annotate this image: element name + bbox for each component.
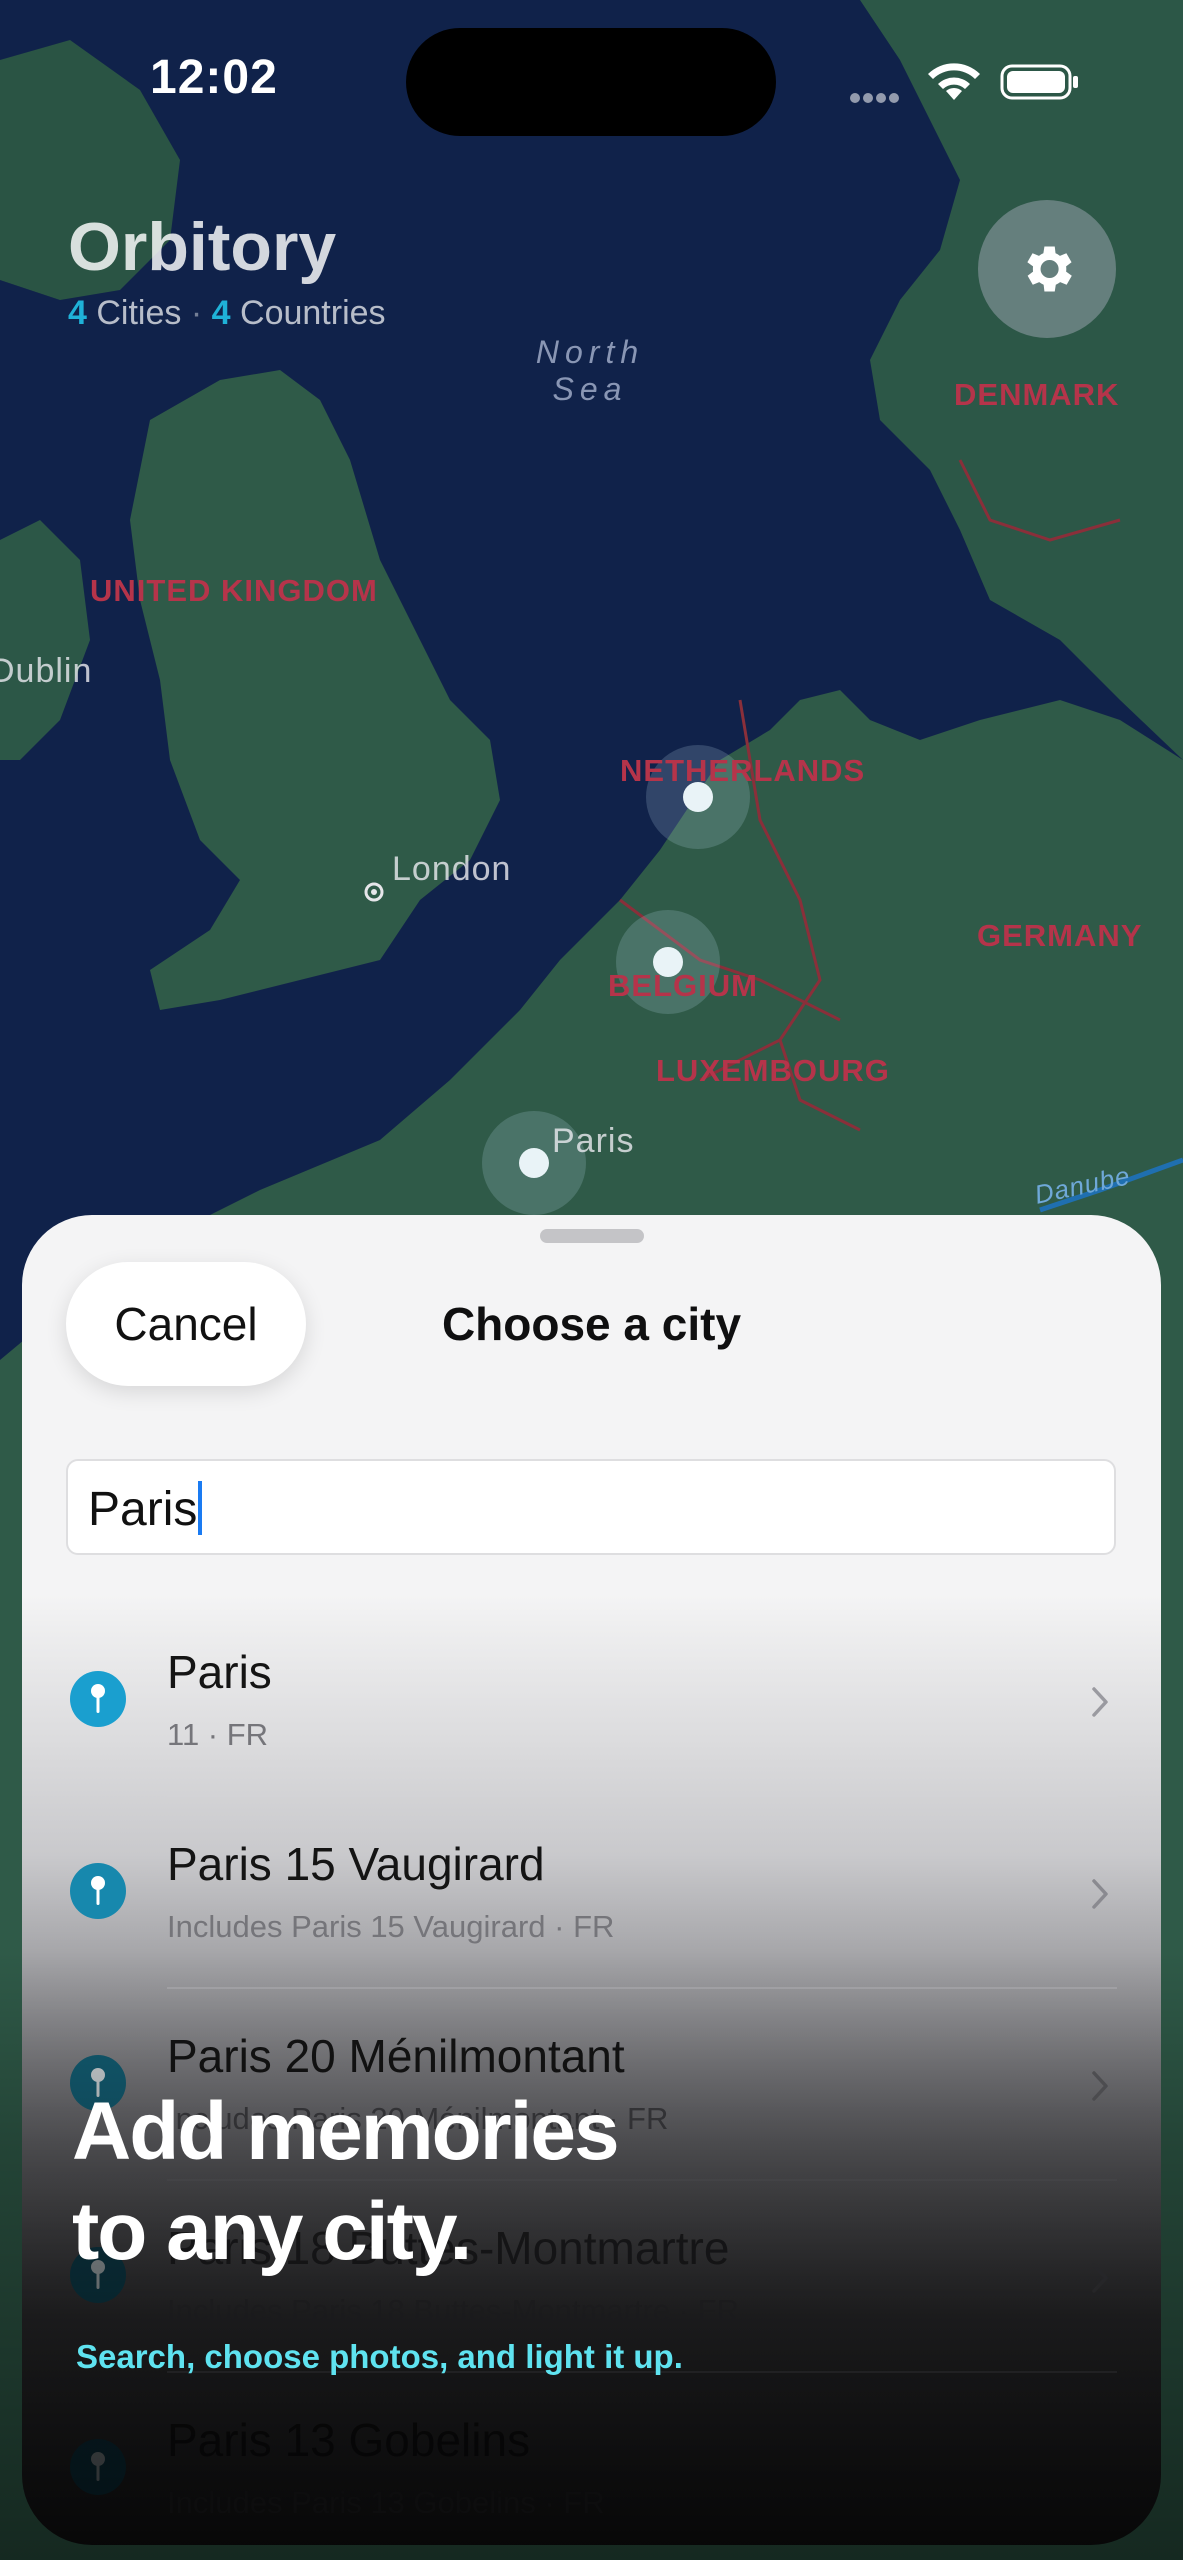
result-title: Paris 13 Gobelins (167, 2414, 531, 2466)
country-label-netherlands: NETHERLANDS (620, 753, 866, 788)
chevron-right-icon (1092, 1879, 1108, 1909)
result-subtitle: 11 · FR (167, 1717, 269, 1752)
promo-headline: Add memories to any city. (72, 2082, 620, 2282)
city-label-london: London (392, 850, 512, 888)
pin-icon (70, 1671, 126, 1727)
wifi-icon (928, 63, 980, 100)
settings-button[interactable] (978, 200, 1116, 338)
city-label-paris: Paris (552, 1122, 635, 1160)
status-time: 12:02 (150, 51, 278, 104)
country-count: 4 (211, 294, 231, 332)
sheet-grabber[interactable] (540, 1229, 644, 1243)
list-item[interactable]: Paris 11 · FR (22, 1605, 1161, 1797)
sea-label: North Sea (535, 334, 645, 407)
result-title: Paris (167, 1646, 272, 1698)
sheet-title: Choose a city (441, 1298, 742, 1350)
search-results-list: Paris 11 · FR Paris 15 Vaugirard Include… (22, 1605, 1161, 2545)
result-subtitle: Includes Paris 18 Buttes-Montmartre · FR (167, 2293, 739, 2328)
search-value: Paris (88, 1483, 198, 1536)
gear-icon (1027, 246, 1072, 292)
country-count-label: Countries (240, 294, 386, 332)
result-subtitle: Includes Paris 13 Gobelins · FR (167, 2485, 605, 2520)
chevron-right-icon (1092, 1687, 1108, 1717)
country-label-belgium: BELGIUM (608, 968, 758, 1003)
result-title: Paris 20 Ménilmontant (167, 2030, 625, 2082)
country-label-united-kingdom: UNITED KINGDOM (90, 573, 378, 608)
chevron-right-icon (1092, 2263, 1108, 2293)
stats-separator: · (190, 294, 203, 332)
country-label-germany: GERMANY (977, 918, 1143, 953)
chevron-right-icon (1092, 2071, 1108, 2101)
promo-subtitle: Search, choose photos, and light it up. (76, 2338, 683, 2375)
pin-icon (70, 2439, 126, 2495)
country-label-luxembourg: LUXEMBOURG (656, 1053, 890, 1088)
dynamic-island (406, 28, 776, 136)
stats-summary: 4 Cities · 4 Countries (68, 294, 386, 333)
list-item[interactable]: Paris 13 Gobelins Includes Paris 13 Gobe… (22, 2373, 1161, 2545)
battery-icon (1000, 64, 1078, 100)
country-label-denmark: DENMARK (954, 377, 1120, 412)
promo-headline-line2: to any city. (72, 2186, 472, 2277)
pin-icon (70, 1863, 126, 1919)
app-title: Orbitory (68, 209, 337, 285)
city-label-dublin: Dublin (0, 652, 93, 690)
text-caret (198, 1481, 203, 1535)
city-count: 4 (68, 294, 87, 332)
city-search-input[interactable]: Paris (66, 1459, 1116, 1555)
city-count-label: Cities (96, 294, 182, 332)
status-bar: 12:02 (0, 0, 1183, 170)
result-title: Paris 15 Vaugirard (167, 1838, 545, 1890)
list-item[interactable]: Paris 15 Vaugirard Includes Paris 15 Vau… (22, 1797, 1161, 1989)
search-input-text: Paris (88, 1481, 203, 1537)
result-subtitle: Includes Paris 15 Vaugirard · FR (167, 1909, 615, 1944)
cellular-signal-icon (850, 90, 902, 108)
promo-headline-line1: Add memories (72, 2086, 620, 2177)
